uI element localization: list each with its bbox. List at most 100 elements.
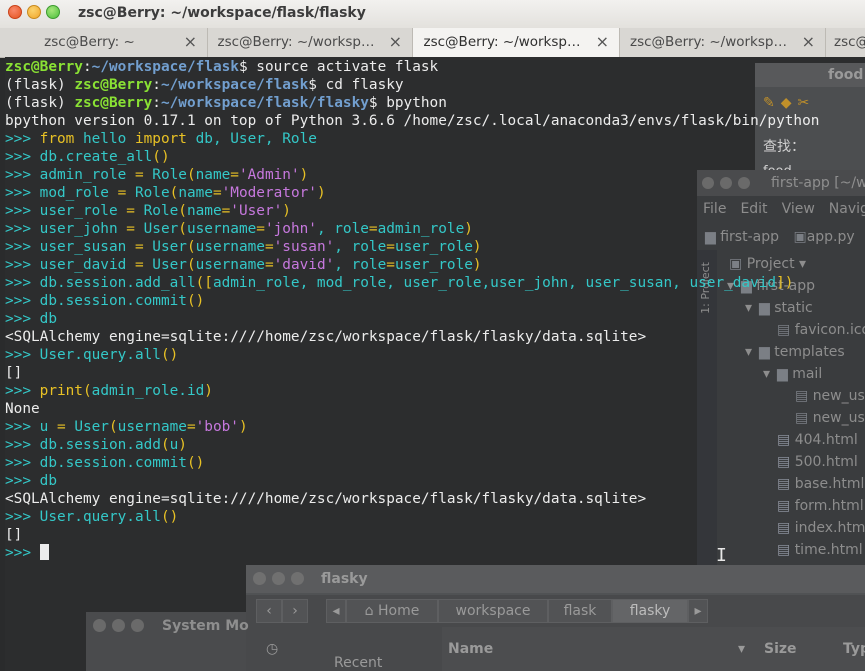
terminal-line: >>> u = User(username='bob')	[5, 418, 819, 436]
terminal-segment: 'john'	[264, 221, 317, 237]
tab-label: zsc@Berry: ~/worksp…	[423, 34, 581, 50]
terminal-text: zsc@Berry:~/workspace/flask$ source acti…	[5, 58, 819, 562]
terminal-segment: hello	[74, 131, 135, 147]
terminal-line: >>> db.session.commit()	[5, 454, 819, 472]
terminal-segment: >>>	[5, 275, 40, 291]
terminal-line: []	[5, 526, 819, 544]
terminal-segment: 'User'	[230, 203, 283, 219]
tab-4[interactable]: zsc@Berry: ~/worksp… ×	[620, 28, 826, 57]
terminal-segment: )	[472, 239, 482, 255]
forward-button[interactable]: ›	[282, 599, 308, 623]
terminal-segment: >>>	[5, 149, 40, 165]
home-icon: ⌂	[364, 603, 374, 619]
minimize-window-button[interactable]	[27, 5, 41, 19]
terminal-line: <SQLAlchemy engine=sqlite:////home/zsc/w…	[5, 328, 819, 346]
terminal-segment: >>>	[5, 473, 40, 489]
terminal-segment: ([	[195, 275, 213, 291]
terminal-segment: ~/workspace/flask/flasky	[160, 95, 369, 111]
terminal-segment: $ source activate flask	[238, 59, 439, 75]
path-flask-button[interactable]: flask	[548, 599, 612, 623]
path-right-arrow-icon[interactable]: ▸	[688, 599, 708, 623]
terminal-segment: ~/workspace/flask	[91, 59, 239, 75]
close-window-button[interactable]	[8, 5, 22, 19]
terminal-segment: >>>	[5, 311, 40, 327]
terminal-segment: User	[134, 221, 179, 237]
terminal-segment: 'susan'	[273, 239, 335, 255]
tab-close-icon[interactable]: ×	[389, 32, 402, 51]
tab-1[interactable]: zsc@Berry: ~ ×	[0, 28, 208, 57]
tab-close-icon[interactable]: ×	[184, 32, 197, 51]
terminal-line: <SQLAlchemy engine=sqlite:////home/zsc/w…	[5, 490, 819, 508]
background-window-files[interactable]: flasky ‹ › ◂ ⌂ Home workspace flask flas…	[246, 565, 865, 671]
terminal-segment: zsc@Berry	[74, 77, 153, 93]
terminal-segment: )	[282, 203, 291, 219]
tree-item-label: new_us	[812, 388, 865, 404]
terminal-segment: =	[212, 185, 222, 201]
path-left-arrow-icon[interactable]: ◂	[326, 599, 346, 623]
terminal-segment: , role	[334, 257, 387, 273]
files-title: flasky	[321, 571, 368, 587]
tab-2[interactable]: zsc@Berry: ~/worksp… ×	[208, 28, 413, 57]
terminal-line: >>> user_susan = User(username='susan', …	[5, 238, 819, 256]
tab-close-icon[interactable]: ×	[596, 32, 609, 51]
terminal-segment: $ cd flasky	[308, 77, 404, 93]
terminal-segment: []	[5, 365, 23, 381]
terminal-segment: ~/workspace/flask	[160, 77, 309, 93]
terminal-segment: (	[178, 203, 187, 219]
terminal-line: >>> db	[5, 472, 819, 490]
terminal-segment: (	[186, 167, 196, 183]
terminal-segment: zsc@Berry	[5, 59, 83, 75]
terminal-segment: =	[264, 257, 274, 273]
terminal-line: >>> db.session.commit()	[5, 292, 819, 310]
terminal-segment: user_role	[394, 257, 473, 273]
terminal-segment: ])	[776, 275, 794, 291]
terminal-segment: =	[56, 419, 66, 435]
background-window-system-monitor[interactable]: System Mo	[86, 612, 249, 671]
terminal-segment: Role	[134, 203, 179, 219]
terminal-line: >>> user_john = User(username='john', ro…	[5, 220, 819, 238]
terminal-segment: (	[108, 419, 118, 435]
terminal-segment: name	[178, 185, 213, 201]
terminal-segment: admin_role	[377, 221, 465, 237]
column-name[interactable]: Name	[448, 641, 493, 657]
terminal-segment: >>>	[5, 455, 40, 471]
sort-chevron-down-icon[interactable]: ▾	[738, 641, 745, 657]
terminal-segment: =	[186, 419, 196, 435]
tab-close-icon[interactable]: ×	[802, 32, 815, 51]
terminal-segment: import	[134, 131, 187, 147]
terminal-segment: )	[178, 437, 187, 453]
terminal-segment: )	[472, 257, 482, 273]
terminal-segment: 'david'	[273, 257, 335, 273]
column-size[interactable]: Size	[764, 641, 797, 657]
terminal-segment: name	[186, 203, 222, 219]
terminal-output[interactable]: food ✎◆✂ 查找： food first-app [~/w FileEdi…	[5, 57, 865, 671]
terminal-line: >>> db.create_all()	[5, 148, 819, 166]
path-flasky-button[interactable]: flasky	[612, 599, 688, 623]
sysmon-window-controls	[93, 619, 144, 632]
terminal-segment: <SQLAlchemy engine=sqlite:////home/zsc/w…	[5, 491, 647, 507]
tab-5[interactable]: zsc@Berry: ~	[826, 28, 865, 57]
path-workspace-button[interactable]: workspace	[438, 599, 548, 623]
terminal-line: zsc@Berry:~/workspace/flask$ source acti…	[5, 58, 819, 76]
tab-label: zsc@Berry: ~	[44, 34, 135, 50]
terminal-segment: mod_role	[39, 185, 118, 201]
terminal-segment: []	[5, 527, 23, 543]
terminal-segment: 'bob'	[195, 419, 239, 435]
terminal-line: >>> admin_role = Role(name='Admin')	[5, 166, 819, 184]
terminal-segment: admin_role.id	[91, 383, 205, 399]
maximize-window-button[interactable]	[46, 5, 60, 19]
terminal-line: >>> User.query.all()	[5, 508, 819, 526]
terminal-line: >>> user_role = Role(name='User')	[5, 202, 819, 220]
terminal-segment: :	[82, 59, 92, 75]
terminal-segment: ()	[152, 149, 170, 165]
back-button[interactable]: ‹	[256, 599, 282, 623]
files-window-controls	[253, 572, 304, 585]
terminal-segment: user_susan	[39, 239, 135, 255]
menu-navigate[interactable]: Navig	[829, 201, 865, 217]
terminal-line: bpython version 0.17.1 on top of Python …	[5, 112, 819, 130]
path-home-button[interactable]: ⌂ Home	[346, 599, 438, 623]
tab-3-active[interactable]: zsc@Berry: ~/worksp… ×	[413, 28, 620, 57]
terminal-tab-bar: zsc@Berry: ~ × zsc@Berry: ~/worksp… × zs…	[0, 28, 865, 58]
terminal-segment: username	[117, 419, 187, 435]
column-type[interactable]: Typ	[843, 641, 865, 657]
